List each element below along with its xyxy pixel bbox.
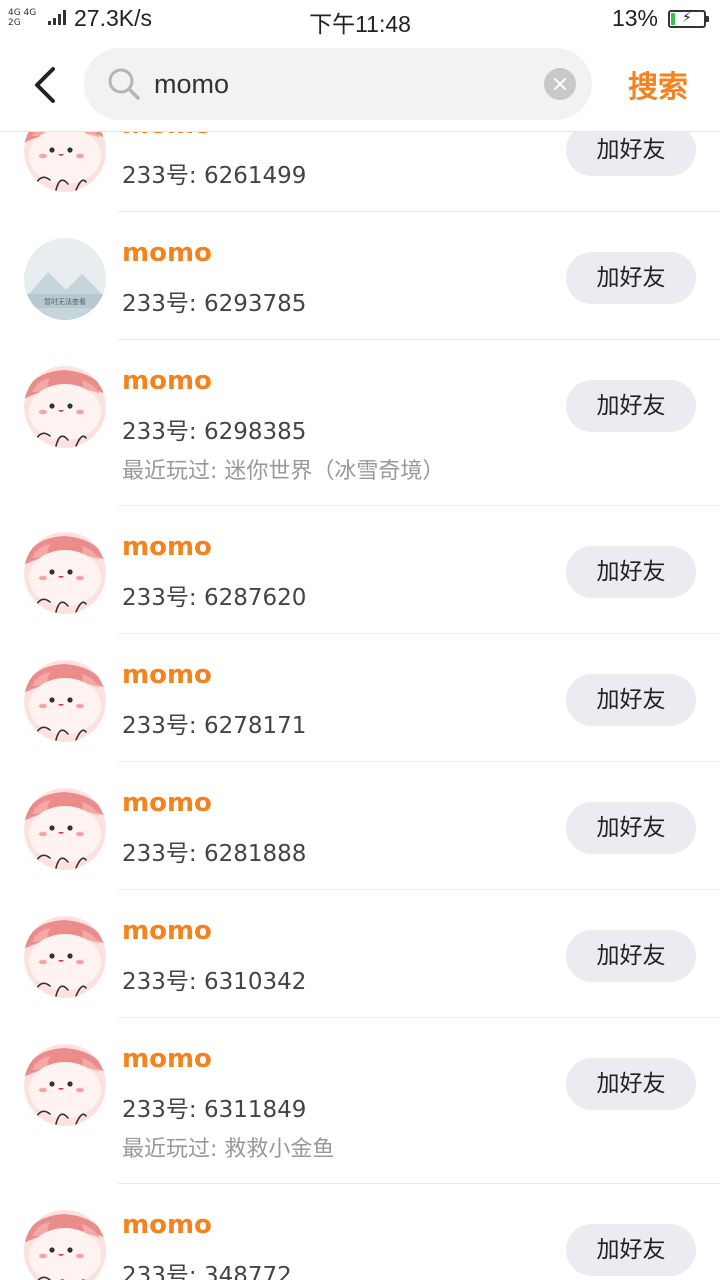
avatar-momo[interactable] (24, 788, 106, 870)
user-id-prefix: 233号: (122, 1097, 204, 1123)
add-friend-button[interactable]: 加好友 (566, 930, 696, 982)
clear-search-icon[interactable] (544, 68, 576, 100)
back-button[interactable] (22, 60, 72, 110)
result-row-8[interactable]: momo 233号: 6311849 最近玩过: 救救小金鱼 加好友 (0, 1018, 720, 1184)
avatar-momo[interactable] (24, 660, 106, 742)
user-name: momo (122, 788, 212, 818)
avatar-image (24, 788, 106, 870)
avatar-image (24, 1044, 106, 1126)
search-icon (108, 68, 140, 100)
avatar-image (24, 660, 106, 742)
user-id: 6281888 (203, 841, 307, 867)
user-id-line: 233号: 6281888 (122, 834, 306, 868)
avatar-momo[interactable] (24, 1210, 106, 1280)
search-input[interactable] (154, 62, 534, 106)
recently-played-line: 最近玩过: 迷你世界（冰雪奇境） (122, 453, 444, 485)
user-id-line: 233号: 6287620 (122, 578, 306, 612)
recently-played-line: 最近玩过: 救救小金鱼 (122, 1131, 334, 1163)
recently-played-prefix: 最近玩过: (122, 459, 225, 484)
avatar-image (24, 916, 106, 998)
recently-played-prefix: 最近玩过: (122, 1137, 225, 1162)
result-row-9[interactable]: momo 233号: 348772 加好友 (0, 1184, 720, 1280)
avatar-momo[interactable] (24, 532, 106, 614)
search-header: 搜索 (0, 40, 720, 132)
add-friend-button[interactable]: 加好友 (566, 546, 696, 598)
add-friend-button[interactable]: 加好友 (566, 252, 696, 304)
user-id-line: 233号: 6298385 (122, 412, 306, 446)
user-name: momo (122, 238, 212, 268)
network-speed: 27.3K/s (74, 5, 152, 31)
avatar-image (24, 1210, 106, 1280)
result-row-5[interactable]: momo 233号: 6278171 加好友 (0, 634, 720, 762)
user-id: 6298385 (203, 419, 307, 445)
user-id: 6310342 (203, 969, 307, 995)
result-row-6[interactable]: momo 233号: 6281888 加好友 (0, 762, 720, 890)
add-friend-button[interactable]: 加好友 (566, 380, 696, 432)
user-id-line: 233号: 6311849 (122, 1090, 306, 1124)
user-id: 6261499 (203, 163, 307, 189)
status-bar: 4G 4G 2G 27.3K/s 下午11:48 13% ⚡ (0, 0, 720, 40)
user-id-prefix: 233号: (122, 969, 204, 995)
battery-percent: 13% (611, 5, 658, 31)
user-name: momo (122, 916, 212, 946)
avatar-caption: 暂时无法查看 (44, 297, 86, 306)
avatar-momo[interactable] (24, 916, 106, 998)
result-row-4[interactable]: momo 233号: 6287620 加好友 (0, 506, 720, 634)
user-id-prefix: 233号: (122, 841, 204, 867)
network-type-top: 4G 4G (8, 8, 37, 18)
user-id-line: 233号: 6278171 (122, 706, 306, 740)
user-id-line: 233号: 6310342 (122, 962, 306, 996)
user-id-prefix: 233号: (122, 291, 204, 317)
user-id-prefix: 233号: (122, 713, 204, 739)
signal-strength-icon (48, 9, 66, 25)
search-results-list: momo 233号: 6261499 加好友 暂时无法查看 momo 233号:… (0, 84, 720, 1280)
charging-bolt-icon: ⚡ (682, 10, 692, 26)
avatar-image: 暂时无法查看 (24, 238, 106, 320)
battery-icon: ⚡ (668, 10, 709, 28)
user-id-prefix: 233号: (122, 163, 204, 189)
avatar-image (24, 366, 106, 448)
user-id-line: 233号: 348772 (122, 1256, 292, 1280)
user-id: 6278171 (203, 713, 307, 739)
user-name: momo (122, 1044, 212, 1074)
user-id: 6311849 (203, 1097, 307, 1123)
network-type-indicator: 4G 4G 2G (8, 8, 36, 28)
user-id: 6287620 (203, 585, 307, 611)
add-friend-button[interactable]: 加好友 (566, 1058, 696, 1110)
add-friend-button[interactable]: 加好友 (566, 802, 696, 854)
user-id-prefix: 233号: (122, 585, 204, 611)
user-name: momo (122, 1210, 212, 1240)
user-id-line: 233号: 6293785 (122, 284, 306, 318)
search-box[interactable] (84, 48, 592, 120)
avatar-image (24, 532, 106, 614)
chevron-left-icon (35, 67, 55, 103)
user-id-prefix: 233号: (122, 419, 204, 445)
result-row-3[interactable]: momo 233号: 6298385 最近玩过: 迷你世界（冰雪奇境） 加好友 (0, 340, 720, 506)
user-id: 348772 (203, 1263, 292, 1280)
search-submit-button[interactable]: 搜索 (628, 62, 688, 106)
user-id: 6293785 (203, 291, 307, 317)
recently-played-game: 救救小金鱼 (224, 1137, 335, 1162)
avatar-placeholder[interactable]: 暂时无法查看 (24, 238, 106, 320)
user-name: momo (122, 660, 212, 690)
result-row-7[interactable]: momo 233号: 6310342 加好友 (0, 890, 720, 1018)
add-friend-button[interactable]: 加好友 (566, 674, 696, 726)
user-name: momo (122, 532, 212, 562)
user-id-prefix: 233号: (122, 1263, 204, 1280)
user-name: momo (122, 366, 212, 396)
result-row-2[interactable]: 暂时无法查看 momo 233号: 6293785 加好友 (0, 212, 720, 340)
battery-level-fill (671, 13, 675, 25)
avatar-momo[interactable] (24, 1044, 106, 1126)
recently-played-game: 迷你世界（冰雪奇境） (224, 459, 445, 484)
user-id-line: 233号: 6261499 (122, 156, 306, 190)
add-friend-button[interactable]: 加好友 (566, 1224, 696, 1276)
network-type-bottom: 2G (8, 18, 21, 28)
avatar-momo[interactable] (24, 366, 106, 448)
